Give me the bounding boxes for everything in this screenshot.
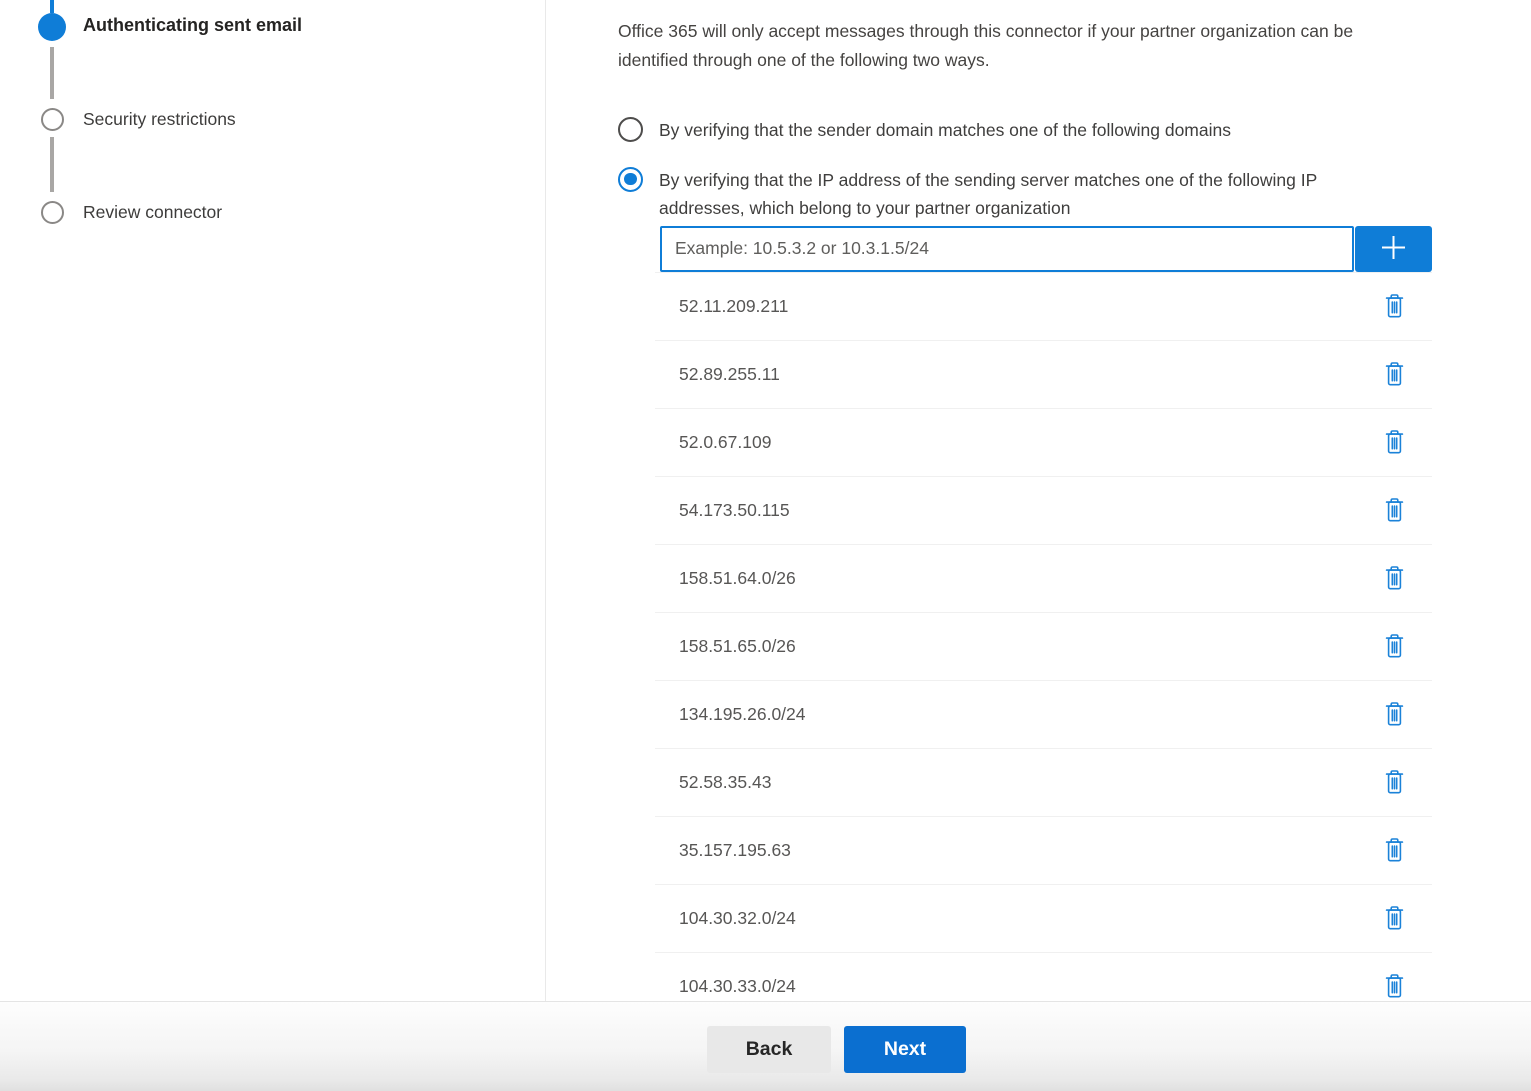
ip-address-value: 134.195.26.0/24 (679, 704, 806, 725)
footer-buttons: Back Next (707, 1026, 966, 1073)
back-button[interactable]: Back (707, 1026, 831, 1073)
radio-selected-icon[interactable] (618, 167, 643, 192)
stepper-connector-line (50, 47, 54, 99)
ip-list-row: 158.51.64.0/26 (655, 545, 1432, 613)
trash-icon (1383, 443, 1406, 458)
wizard-stepper: Authenticating sent email Security restr… (38, 0, 302, 224)
trash-icon (1383, 307, 1406, 322)
trash-icon (1383, 919, 1406, 934)
wizard-stepper-sidebar: Authenticating sent email Security restr… (0, 0, 546, 1001)
next-button[interactable]: Next (844, 1026, 966, 1073)
wizard-footer: Back Next (0, 1001, 1531, 1091)
step-label: Security restrictions (83, 106, 236, 199)
ip-address-value: 52.89.255.11 (679, 364, 780, 385)
option-ip-address[interactable]: By verifying that the IP address of the … (618, 166, 1531, 223)
trash-icon (1383, 579, 1406, 594)
delete-ip-button[interactable] (1381, 835, 1408, 865)
upcoming-step-circle-icon (41, 108, 64, 131)
radio-dot (624, 173, 637, 186)
stepper-rail (38, 199, 66, 224)
step-review-connector: Review connector (38, 199, 302, 224)
ip-address-list: 52.11.209.211 52.89.255.11 (655, 272, 1432, 1021)
add-ip-button[interactable] (1355, 226, 1432, 272)
step-description: Office 365 will only accept messages thr… (618, 17, 1531, 74)
ip-address-value: 158.51.64.0/26 (679, 568, 796, 589)
step-content: Office 365 will only accept messages thr… (618, 0, 1531, 1021)
plus-icon (1378, 232, 1409, 266)
stepper-connector-line (50, 137, 54, 192)
step-label: Review connector (83, 199, 222, 224)
ip-list-row: 52.11.209.211 (655, 273, 1432, 341)
delete-ip-button[interactable] (1381, 359, 1408, 389)
ip-list-row: 134.195.26.0/24 (655, 681, 1432, 749)
delete-ip-button[interactable] (1381, 767, 1408, 797)
trash-icon (1383, 851, 1406, 866)
connector-wizard-page: Authenticating sent email Security restr… (0, 0, 1531, 1091)
ip-address-value: 35.157.195.63 (679, 840, 791, 861)
ip-entry-row (660, 226, 1432, 272)
ip-address-value: 54.173.50.115 (679, 500, 790, 521)
delete-ip-button[interactable] (1381, 971, 1408, 1001)
ip-list-row: 158.51.65.0/26 (655, 613, 1432, 681)
stepper-rail (38, 106, 66, 199)
delete-ip-button[interactable] (1381, 699, 1408, 729)
ip-address-value: 52.0.67.109 (679, 432, 771, 453)
trash-icon (1383, 511, 1406, 526)
ip-address-value: 104.30.32.0/24 (679, 908, 796, 929)
ip-list-row: 54.173.50.115 (655, 477, 1432, 545)
stepper-rail (38, 13, 66, 106)
trash-icon (1383, 783, 1406, 798)
delete-ip-button[interactable] (1381, 631, 1408, 661)
ip-address-value: 104.30.33.0/24 (679, 976, 796, 997)
trash-icon (1383, 375, 1406, 390)
option-label: By verifying that the IP address of the … (659, 166, 1317, 223)
ip-address-value: 52.58.35.43 (679, 772, 771, 793)
ip-address-value: 52.11.209.211 (679, 296, 788, 317)
option-sender-domain[interactable]: By verifying that the sender domain matc… (618, 116, 1531, 145)
step-label: Authenticating sent email (83, 13, 302, 106)
delete-ip-button[interactable] (1381, 495, 1408, 525)
radio-unselected-icon[interactable] (618, 117, 643, 142)
trash-icon (1383, 987, 1406, 1002)
active-step-dot-icon (38, 13, 66, 41)
option-label: By verifying that the sender domain matc… (659, 116, 1231, 145)
ip-address-value: 158.51.65.0/26 (679, 636, 796, 657)
trash-icon (1383, 647, 1406, 662)
trash-icon (1383, 715, 1406, 730)
delete-ip-button[interactable] (1381, 427, 1408, 457)
delete-ip-button[interactable] (1381, 563, 1408, 593)
ip-list-row: 52.58.35.43 (655, 749, 1432, 817)
delete-ip-button[interactable] (1381, 291, 1408, 321)
ip-list-row: 35.157.195.63 (655, 817, 1432, 885)
stepper-completed-line (50, 0, 54, 13)
ip-list-row: 52.89.255.11 (655, 341, 1432, 409)
step-authenticating-sent-email: Authenticating sent email (38, 13, 302, 106)
ip-list-row: 52.0.67.109 (655, 409, 1432, 477)
ip-address-input[interactable] (660, 226, 1354, 272)
upcoming-step-circle-icon (41, 201, 64, 224)
ip-list-row: 104.30.32.0/24 (655, 885, 1432, 953)
step-security-restrictions: Security restrictions (38, 106, 302, 199)
verification-options: By verifying that the sender domain matc… (618, 116, 1531, 223)
delete-ip-button[interactable] (1381, 903, 1408, 933)
